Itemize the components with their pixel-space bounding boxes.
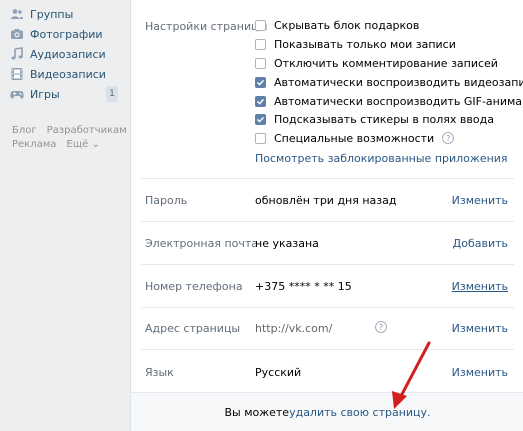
checkbox-label: Скрывать блок подарков	[274, 18, 420, 32]
divider	[141, 349, 514, 350]
film-icon	[10, 67, 24, 81]
checkbox-box[interactable]	[255, 132, 266, 144]
sidebar-item-label: Аудиозаписи	[30, 47, 106, 61]
sidebar: Группы Фотографии Аудиозаписи Видеозапис…	[0, 0, 130, 431]
checkmark-icon	[256, 98, 265, 105]
checkbox-disable-comments[interactable]: Отключить комментирование записей	[255, 55, 498, 71]
sidebar-item-label: Группы	[30, 7, 74, 21]
password-value: обновлён три дня назад	[255, 194, 397, 207]
sidebar-item-label: Игры	[30, 87, 60, 101]
footer-link-blog[interactable]: Блог	[12, 125, 37, 136]
checkmark-icon	[256, 79, 265, 86]
camera-icon	[10, 27, 24, 41]
delete-page-prefix: Вы можете	[224, 405, 290, 419]
email-label: Электронная почта	[145, 237, 259, 250]
checkbox-box[interactable]	[255, 57, 266, 69]
help-icon[interactable]: ?	[442, 132, 455, 144]
divider	[141, 307, 514, 308]
checkbox-box[interactable]	[255, 76, 266, 88]
delete-page-bar: Вы можете удалить свою страницу.	[131, 392, 523, 431]
phone-change-link[interactable]: Изменить	[452, 280, 508, 293]
sidebar-item-photos[interactable]: Фотографии	[10, 25, 103, 43]
email-value: не указана	[255, 237, 319, 250]
checkbox-hide-gifts[interactable]: Скрывать блок подарков	[255, 17, 419, 33]
footer-link-more[interactable]: Ещё ⌄	[66, 139, 99, 150]
games-counter-badge: 1	[106, 86, 118, 102]
delete-page-link[interactable]: удалить свою страницу.	[289, 406, 430, 419]
gamepad-icon	[10, 87, 24, 101]
checkbox-box[interactable]	[255, 38, 266, 50]
language-change-link[interactable]: Изменить	[452, 366, 508, 379]
checkbox-label: Специальные возможности	[274, 131, 435, 145]
checkbox-label: Автоматически воспроизводить GIF-анимаци…	[274, 94, 523, 108]
sidebar-item-groups[interactable]: Группы	[10, 5, 73, 23]
checkbox-suggest-stickers[interactable]: Подсказывать стикеры в полях ввода	[255, 111, 494, 127]
checkbox-box[interactable]	[255, 95, 266, 107]
groups-icon	[10, 7, 24, 21]
checkbox-label: Подсказывать стикеры в полях ввода	[274, 112, 494, 126]
checkmark-icon	[256, 116, 265, 123]
address-change-link[interactable]: Изменить	[452, 322, 508, 335]
password-change-link[interactable]: Изменить	[452, 194, 508, 207]
sidebar-item-video[interactable]: Видеозаписи	[10, 65, 106, 83]
checkbox-label: Показывать только мои записи	[274, 37, 456, 51]
music-note-icon	[10, 47, 24, 61]
divider	[141, 264, 514, 265]
sidebar-item-games[interactable]: Игры	[10, 85, 60, 103]
email-add-link[interactable]: Добавить	[453, 237, 508, 250]
checkbox-label: Автоматически воспроизводить видеозаписи	[274, 75, 523, 89]
checkbox-autoplay-gif[interactable]: Автоматически воспроизводить GIF-анимаци…	[255, 93, 523, 109]
checkbox-box[interactable]	[255, 113, 266, 125]
checkbox-box[interactable]	[255, 19, 266, 31]
sidebar-item-label: Фотографии	[30, 27, 103, 41]
page-settings-label: Настройки страницы	[145, 20, 268, 33]
checkbox-accessibility[interactable]: Специальные возможности ?	[255, 130, 455, 146]
phone-label: Номер телефона	[145, 280, 243, 293]
language-label: Язык	[145, 366, 174, 379]
checkbox-only-my-posts[interactable]: Показывать только мои записи	[255, 36, 456, 52]
address-value: http://vk.com/	[255, 322, 333, 335]
address-label: Адрес страницы	[145, 322, 241, 335]
password-label: Пароль	[145, 194, 188, 207]
sidebar-item-audio[interactable]: Аудиозаписи	[10, 45, 106, 63]
divider	[141, 221, 514, 222]
blocked-apps-link[interactable]: Посмотреть заблокированные приложения	[255, 150, 508, 166]
settings-panel: Настройки страницы Скрывать блок подарко…	[130, 0, 523, 431]
footer-link-developers[interactable]: Разработчикам	[47, 125, 127, 136]
footer-link-ads[interactable]: Реклама	[12, 139, 56, 150]
phone-value: +375 **** * ** 15	[255, 280, 352, 293]
sidebar-item-label: Видеозаписи	[30, 67, 106, 81]
language-value: Русский	[255, 366, 302, 379]
divider	[141, 178, 514, 179]
checkbox-label: Отключить комментирование записей	[274, 56, 498, 70]
help-icon[interactable]: ?	[375, 321, 387, 333]
checkbox-autoplay-video[interactable]: Автоматически воспроизводить видеозаписи	[255, 74, 523, 90]
